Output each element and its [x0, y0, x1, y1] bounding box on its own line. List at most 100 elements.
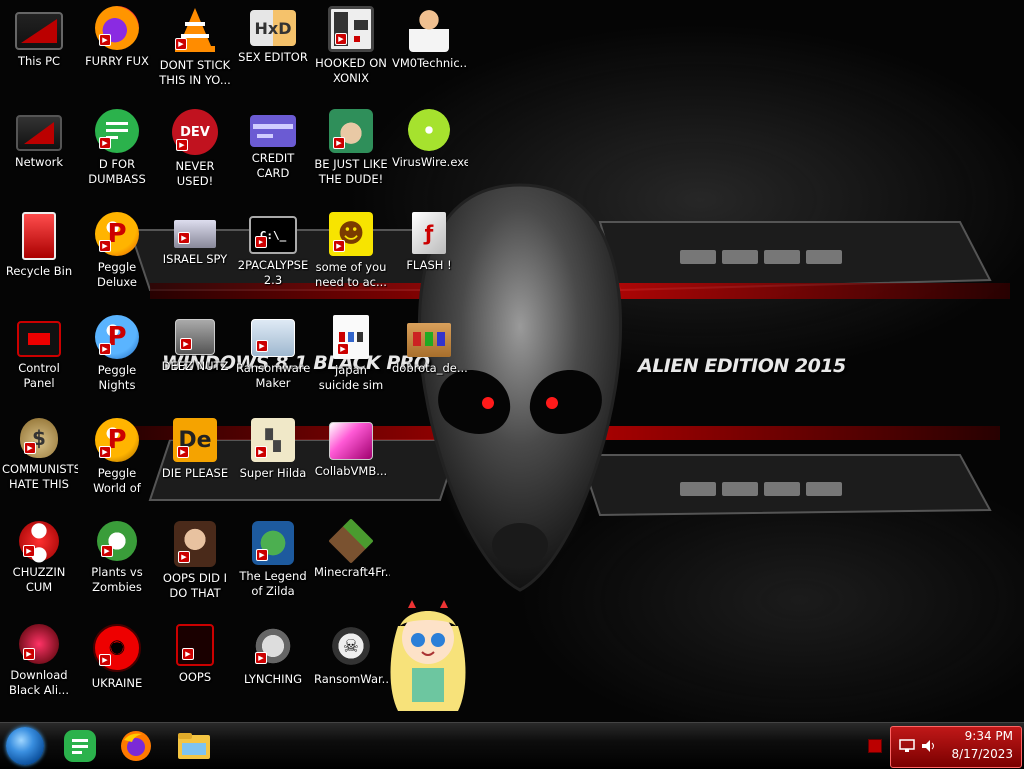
chuzzle-icon: ● ● ▶ — [19, 517, 59, 565]
desktop-icon-sex-editor[interactable]: HxD SEX EDITOR — [234, 0, 312, 102]
desktop-icon-oops[interactable]: ▶ OOPS — [156, 618, 234, 720]
desktop-icon-dobrota[interactable]: dobrota_de... — [390, 309, 468, 411]
de-logo-icon: De ▶ — [173, 418, 217, 462]
pixel-hero-icon: ▶ — [252, 521, 294, 565]
desktop-icon-lynching[interactable]: ▶ LYNCHING — [234, 618, 312, 720]
desktop-icon-label: Control Panel — [18, 361, 60, 390]
flash-document-icon: ƒ — [412, 212, 446, 254]
desktop-icon-deez-nutz[interactable]: ▶ DEEZ NUTZ — [156, 309, 234, 411]
desktop-icon-label: NEVER USED! — [175, 159, 215, 188]
volume-icon[interactable] — [921, 738, 937, 754]
desktop-icon-label: This PC — [17, 54, 61, 68]
alien-orb-icon: ▶ — [19, 624, 59, 664]
skull-icon: ☠ — [329, 624, 373, 668]
lime-icon — [408, 109, 450, 151]
desktop-icon-label: Download Black Ali... — [9, 668, 69, 697]
gear-face-icon: ▶ — [251, 624, 295, 668]
desktop-icon-label: BE JUST LIKE THE DUDE! — [314, 157, 388, 186]
desktop-icon-label: OOPS DID I DO THAT — [162, 571, 228, 600]
desktop-icon-label: The Legend of Zilda — [239, 569, 307, 598]
desktop-icon-label: 2PACALYPSE 2.3 — [237, 258, 309, 287]
desktop-icon-japan-suicide-sim[interactable]: ▶ japan suicide sim — [312, 309, 390, 411]
desktop-icon-label: DEEZ NUTZ — [161, 359, 229, 373]
desktop-icon-chuzzin[interactable]: ● ● ▶ CHUZZIN CUM — [0, 515, 78, 617]
desktop-icon-label: ISRAEL SPY — [162, 252, 228, 266]
desktop-icon-vm0technic[interactable]: VM0Technic... — [390, 0, 468, 102]
desktop-icon-viruswire[interactable]: VirusWire.exe — [390, 103, 468, 205]
desktop-icon-label: Peggle World of Warcraft ... — [93, 466, 141, 495]
desktop-icon-ransomware-maker[interactable]: ▶ Ransomware Maker Build... — [234, 309, 312, 411]
desktop-icon-control-panel[interactable]: Control Panel — [0, 309, 78, 411]
start-button[interactable] — [6, 727, 44, 765]
control-panel-icon — [17, 321, 61, 357]
desktop-icon-oops-did-i[interactable]: ▶ OOPS DID I DO THAT — [156, 515, 234, 617]
desktop-icon-plants-vs-zombies[interactable]: ▶ Plants vs Zombies — [78, 515, 156, 617]
xonix-game-icon: ▶ — [328, 6, 374, 52]
doctor-icon — [409, 6, 449, 52]
desktop-icon-some-of-you[interactable]: ☻ ▶ some of you need to ac... — [312, 206, 390, 308]
desktop-icon-label: Minecraft4Fr... — [314, 565, 390, 579]
desktop-icon-label: FURRY FUX — [85, 54, 149, 68]
clock-date[interactable]: 8/17/2023 — [951, 747, 1013, 761]
desktop-icon-download-black-alien[interactable]: ▶ Download Black Ali... — [0, 618, 78, 720]
firefox-icon: ▶ — [95, 6, 139, 50]
desktop-icon-be-just-like-the-dude[interactable]: ▶ BE JUST LIKE THE DUDE! — [312, 103, 390, 205]
desktop-icon-label: CHUZZIN CUM — [12, 565, 66, 594]
desktop-icon-flash[interactable]: ƒ FLASH ! — [390, 206, 468, 308]
desktop-icon-collabvmb[interactable]: CollabVMB... — [312, 412, 390, 514]
desktop-icon-label: CollabVMB... — [314, 464, 388, 478]
desktop-icon-communists[interactable]: $▶ COMMUNISTS HATE THIS G... — [0, 412, 78, 514]
grass-block-icon — [328, 518, 374, 564]
desktop-icon-recycle-bin[interactable]: Recycle Bin — [0, 206, 78, 308]
clock-time[interactable]: 9:34 PM — [965, 729, 1013, 743]
desktop-icon-super-hilda[interactable]: ▚ ▶ Super Hilda — [234, 412, 312, 514]
desktop-icon-ukraine[interactable]: ☢ ▶ UKRAINE — [78, 618, 156, 720]
desktop-icon-label: HOOKED ON XONIX — [315, 56, 387, 85]
desktop-icon-hooked-on-xonix[interactable]: ▶ HOOKED ON XONIX — [312, 0, 390, 102]
pixel-character-icon: ▚ ▶ — [251, 418, 295, 462]
desktop-icon-label: VM0Technic... — [392, 56, 468, 70]
desktop-icon-furry-fux[interactable]: ▶ FURRY FUX — [78, 0, 156, 102]
taskbar-file-explorer-button[interactable] — [176, 728, 212, 764]
desktop-icon-peggle-wow[interactable]: P▶ Peggle World of Warcraft ... — [78, 412, 156, 514]
cartoon-character-sticker — [390, 600, 466, 711]
peggle-icon: P ▶ — [95, 315, 139, 359]
app-window-icon: ▶ — [251, 319, 295, 357]
desktop-icon-peggle-nights[interactable]: P▶ Peggle Nights Deluxe — [78, 309, 156, 411]
remote-desktop-icon: ▶ — [174, 220, 216, 248]
desktop-icon-peggle-deluxe[interactable]: P ▶ Peggle Deluxe — [78, 206, 156, 308]
credit-card-icon — [250, 115, 296, 147]
desktop-icon-dont-stick[interactable]: ▶ DONT STICK THIS IN YO... — [156, 0, 234, 102]
desktop-icon-label: Peggle Deluxe — [97, 260, 137, 289]
computer-icon — [15, 12, 63, 50]
desktop-icon-label: OOPS — [178, 670, 212, 684]
network-status-icon[interactable] — [899, 739, 915, 753]
taskbar-feedly-button[interactable] — [62, 728, 98, 764]
desktop-icon-legend-of-zilda[interactable]: ▶ The Legend of Zilda — [234, 515, 312, 617]
feedly-icon: ▶ — [95, 109, 139, 153]
desktop-icon-credit-card-checker[interactable]: CREDIT CARD CHECKER — [234, 103, 312, 205]
desktop-icon-label: Recycle Bin — [5, 264, 73, 278]
desktop-icon-label: japan suicide sim — [318, 363, 384, 392]
devcpp-icon: DEV ▶ — [172, 109, 218, 155]
file-explorer-icon — [178, 733, 210, 759]
desktop-icon-label: FLASH ! — [406, 258, 452, 272]
elf-icon: ▶ — [329, 109, 373, 153]
desktop-icon-israel-spy[interactable]: ▶ ISRAEL SPY — [156, 206, 234, 308]
firefox-icon — [121, 731, 151, 761]
document-icon: ▶ — [333, 315, 369, 359]
desktop-icon-2pacalypse[interactable]: C:\_ ▶ 2PACALYPSE 2.3 — [234, 206, 312, 308]
desktop-icon-label: COMMUNISTS HATE THIS G... — [2, 462, 78, 491]
desktop-icon-die-please[interactable]: De ▶ DIE PLEASE — [156, 412, 234, 514]
plant-icon: ▶ — [97, 521, 137, 561]
desktop-icon-never-used[interactable]: DEV ▶ NEVER USED! — [156, 103, 234, 205]
desktop-icon-label: VirusWire.exe — [392, 155, 468, 169]
taskbar-firefox-button[interactable] — [118, 728, 154, 764]
desktop-icon-network[interactable]: Network — [0, 103, 78, 205]
show-hidden-icons-button[interactable] — [868, 739, 882, 753]
desktop-icon-this-pc[interactable]: This PC — [0, 0, 78, 102]
desktop-icon-d-for-dumbass[interactable]: ▶ D FOR DUMBASS — [78, 103, 156, 205]
desktop-icon-label: some of you need to ac... — [315, 260, 387, 289]
desktop-icon-label: DONT STICK THIS IN YO... — [159, 58, 231, 87]
wallpaper-title-right: ALIEN EDITION 2015 — [638, 355, 846, 377]
